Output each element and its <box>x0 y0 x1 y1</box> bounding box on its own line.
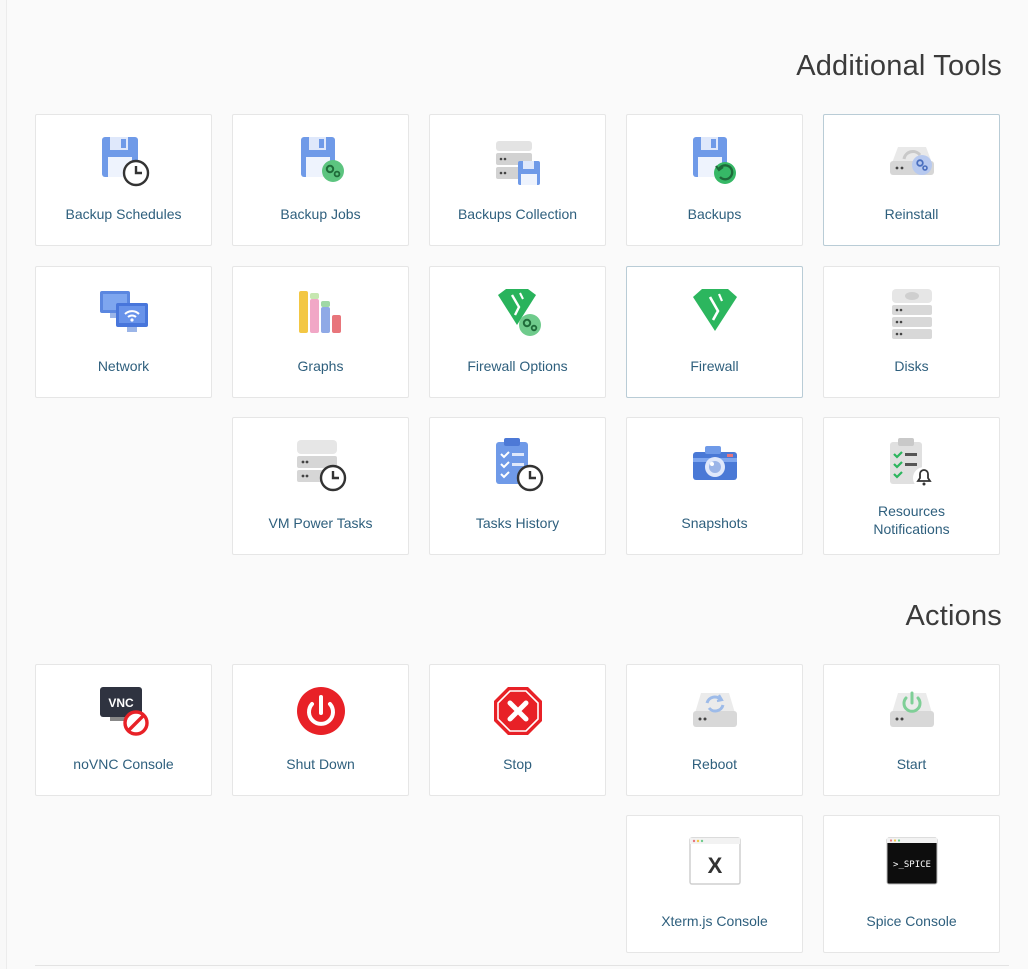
tile-network[interactable]: Network <box>35 266 212 398</box>
firewall-icon <box>687 285 743 341</box>
tile-reboot[interactable]: Reboot <box>626 664 803 796</box>
tile-backup-jobs[interactable]: Backup Jobs <box>232 114 409 246</box>
floppy-restore-icon <box>687 133 743 189</box>
tools-page: Additional Tools Backup Schedules Backup… <box>6 0 1028 969</box>
tile-xterm-console[interactable]: X Xterm.js Console <box>626 815 803 953</box>
tile-label: Graphs <box>297 358 344 374</box>
tile-label: Tasks History <box>475 515 560 531</box>
label-line-2: Notifications <box>873 521 950 537</box>
tile-graphs[interactable]: Graphs <box>232 266 409 398</box>
tile-label: Xterm.js Console <box>661 913 768 929</box>
xterm-badge-text: X <box>707 853 722 878</box>
floppy-gear-icon <box>293 133 349 189</box>
floppy-clock-icon <box>96 133 152 189</box>
drive-reboot-icon <box>687 683 743 739</box>
vnc-disabled-icon: VNC <box>96 683 152 739</box>
tile-label: Firewall <box>690 358 739 374</box>
tile-label: Backup Jobs <box>280 206 361 222</box>
power-icon <box>293 683 349 739</box>
camera-icon <box>687 436 743 492</box>
tile-start[interactable]: Start <box>823 664 1000 796</box>
stop-icon <box>490 683 546 739</box>
vnc-badge-text: VNC <box>108 696 134 710</box>
tile-reinstall[interactable]: Reinstall <box>823 114 1000 246</box>
tile-disks[interactable]: Disks <box>823 266 1000 398</box>
tile-label: Spice Console <box>866 913 957 929</box>
tile-stop[interactable]: Stop <box>429 664 606 796</box>
clipboard-bell-icon <box>884 436 940 492</box>
tile-spice-console[interactable]: >_SPICE Spice Console <box>823 815 1000 953</box>
clipboard-clock-icon <box>490 436 546 492</box>
tile-label: Backup Schedules <box>65 206 182 222</box>
disks-icon <box>884 285 940 341</box>
label-line-1: Resources <box>878 503 945 519</box>
tile-backup-schedules[interactable]: Backup Schedules <box>35 114 212 246</box>
tile-label: Backups <box>687 206 742 222</box>
spice-badge-text: >_SPICE <box>893 860 931 870</box>
tile-label: Reboot <box>691 756 738 772</box>
tile-firewall[interactable]: Firewall <box>626 266 803 398</box>
tile-label: Start <box>896 756 927 772</box>
server-clock-icon <box>293 436 349 492</box>
server-floppy-icon <box>490 133 546 189</box>
firewall-gear-icon <box>490 285 546 341</box>
tile-snapshots[interactable]: Snapshots <box>626 417 803 555</box>
tile-label: Firewall Options <box>467 358 568 374</box>
additional-tools-title: Additional Tools <box>796 50 1002 82</box>
tile-novnc-console[interactable]: VNC noVNC Console <box>35 664 212 796</box>
tile-label: VM Power Tasks <box>268 515 373 531</box>
tile-label: Backups Collection <box>457 206 578 222</box>
drive-power-icon <box>884 683 940 739</box>
bottom-divider <box>35 965 1009 966</box>
tile-resources-notifications[interactable]: Resources Notifications <box>823 417 1000 555</box>
network-monitors-icon <box>96 285 152 341</box>
tile-label: Disks <box>894 358 929 374</box>
tile-vm-power-tasks[interactable]: VM Power Tasks <box>232 417 409 555</box>
tile-firewall-options[interactable]: Firewall Options <box>429 266 606 398</box>
tile-label: Snapshots <box>681 515 748 531</box>
tile-tasks-history[interactable]: Tasks History <box>429 417 606 555</box>
drive-gear-icon <box>884 133 940 189</box>
tile-label: Network <box>97 358 150 374</box>
xterm-icon: X <box>687 834 743 890</box>
tile-label: Shut Down <box>286 756 355 772</box>
tile-backups-collection[interactable]: Backups Collection <box>429 114 606 246</box>
tile-shut-down[interactable]: Shut Down <box>232 664 409 796</box>
actions-title: Actions <box>905 600 1002 632</box>
tile-backups[interactable]: Backups <box>626 114 803 246</box>
tile-label: noVNC Console <box>73 756 174 772</box>
bar-graph-icon <box>293 285 349 341</box>
spice-console-icon: >_SPICE <box>884 834 940 890</box>
tile-label: Resources Notifications <box>830 502 993 538</box>
tile-label: Stop <box>503 756 532 772</box>
tile-label: Reinstall <box>884 206 939 222</box>
